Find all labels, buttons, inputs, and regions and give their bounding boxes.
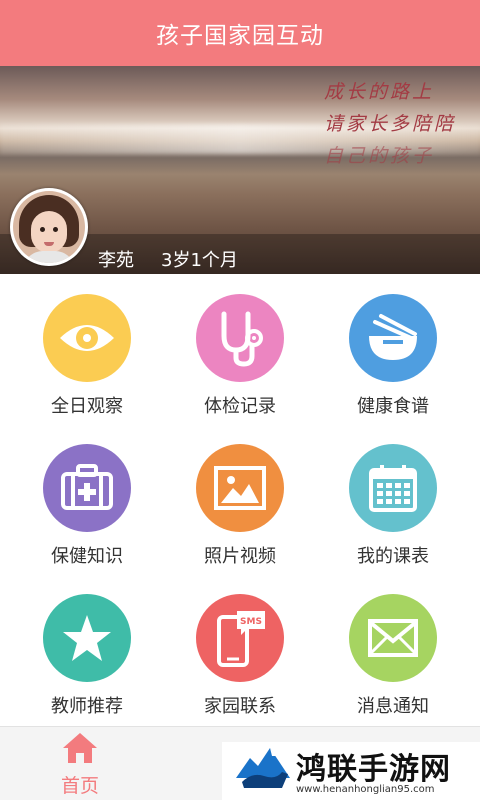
menu-item-healthy-recipes[interactable]: 健康食谱 bbox=[313, 274, 473, 424]
menu-label: 健康食谱 bbox=[357, 396, 429, 417]
page-title: 孩子国家园互动 bbox=[156, 23, 324, 49]
menu-item-photos-videos[interactable]: 照片视频 bbox=[160, 424, 320, 574]
menu-item-checkup-records[interactable]: 体检记录 bbox=[160, 274, 320, 424]
calendar-icon bbox=[349, 444, 437, 532]
medical-kit-icon bbox=[43, 444, 131, 532]
watermark-logo bbox=[232, 742, 294, 794]
menu-item-teacher-recommend[interactable]: 教师推荐 bbox=[7, 574, 167, 724]
watermark-title: 鸿联手游网 bbox=[296, 752, 451, 787]
poem-line-2: 请家长多陪陪 bbox=[323, 113, 456, 135]
menu-label: 全日观察 bbox=[51, 396, 123, 417]
menu-item-health-knowledge[interactable]: 保健知识 bbox=[7, 424, 167, 574]
picture-icon bbox=[196, 444, 284, 532]
menu-label: 消息通知 bbox=[357, 696, 429, 717]
star-icon bbox=[43, 594, 131, 682]
menu-item-daily-observation[interactable]: 全日观察 bbox=[7, 274, 167, 424]
poem-line-3: 自己的孩子 bbox=[323, 145, 434, 167]
menu-item-home-school-contact[interactable]: SMS 家园联系 bbox=[160, 574, 320, 724]
banner-poem: 成长的路上 请家长多陪陪 自己的孩子 bbox=[324, 76, 456, 172]
home-icon bbox=[61, 731, 99, 769]
nav-item-home[interactable]: 首页 bbox=[0, 727, 160, 800]
profile-banner[interactable]: 成长的路上 请家长多陪陪 自己的孩子 李苑 3岁1个月 bbox=[0, 66, 480, 274]
menu-label: 保健知识 bbox=[51, 546, 123, 567]
menu-label: 体检记录 bbox=[204, 396, 276, 417]
feature-grid: 全日观察 体检记录 健康食谱 保健知识 照片视频 我的课表 教师推荐 SMS 家… bbox=[0, 274, 480, 726]
eye-icon bbox=[43, 294, 131, 382]
svg-text:SMS: SMS bbox=[240, 617, 262, 627]
phone-sms-icon: SMS bbox=[196, 594, 284, 682]
menu-item-notifications[interactable]: 消息通知 bbox=[313, 574, 473, 724]
menu-label: 家园联系 bbox=[204, 696, 276, 717]
child-age: 3岁1个月 bbox=[161, 250, 238, 271]
watermark-url: www.henanhonglian95.com bbox=[296, 784, 435, 795]
poem-line-1: 成长的路上 bbox=[323, 81, 434, 103]
nav-home-label: 首页 bbox=[60, 775, 99, 797]
menu-item-my-schedule[interactable]: 我的课表 bbox=[313, 424, 473, 574]
child-avatar[interactable] bbox=[10, 188, 88, 266]
bowl-chopsticks-icon bbox=[349, 294, 437, 382]
stethoscope-icon bbox=[196, 294, 284, 382]
site-watermark: 鸿联手游网 www.henanhonglian95.com bbox=[222, 742, 480, 800]
child-name: 李苑 bbox=[98, 250, 134, 271]
menu-label: 教师推荐 bbox=[51, 696, 123, 717]
avatar-photo bbox=[13, 191, 85, 263]
menu-label: 我的课表 bbox=[357, 546, 429, 567]
envelope-icon bbox=[349, 594, 437, 682]
app-screen: 孩子国家园互动 成长的路上 请家长多陪陪 自己的孩子 李苑 3岁1个月 全日观察… bbox=[0, 0, 480, 800]
app-header: 孩子国家园互动 bbox=[0, 0, 480, 66]
menu-label: 照片视频 bbox=[204, 546, 276, 567]
